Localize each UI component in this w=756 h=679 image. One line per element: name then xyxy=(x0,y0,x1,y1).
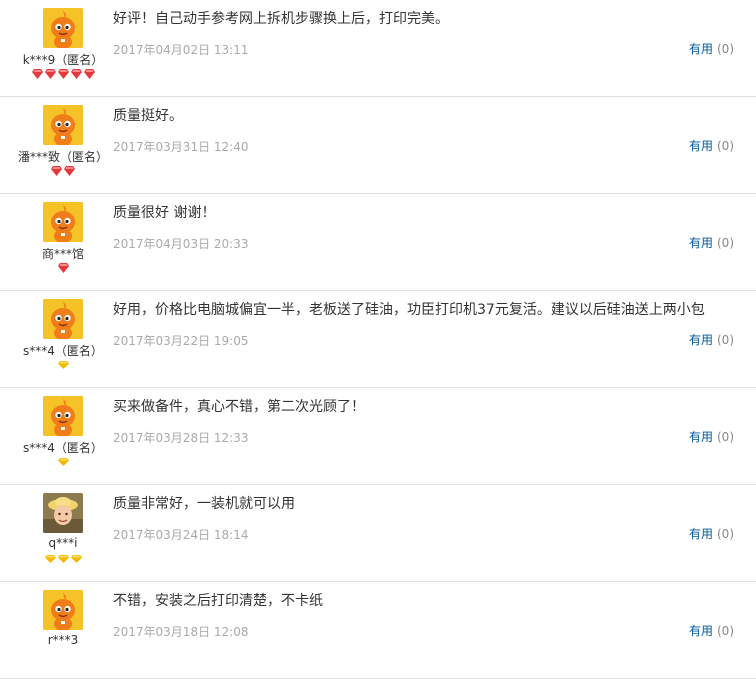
user-level-badges xyxy=(0,553,126,565)
user-name: k***9（匿名） xyxy=(22,53,104,67)
review-content: 质量非常好，一装机就可以用 xyxy=(113,496,295,512)
useful-count: (0) xyxy=(717,139,734,153)
useful-count: (0) xyxy=(717,236,734,250)
user-name: 商***馆 xyxy=(41,247,84,261)
useful-label: 有用 xyxy=(688,236,713,250)
red-diamond-icon xyxy=(31,69,43,79)
useful-count: (0) xyxy=(717,430,734,444)
user-level-badges xyxy=(0,456,126,468)
useful-button[interactable]: 有用 (0) xyxy=(689,40,734,57)
review-list: k***9（匿名） 好评！自己动手参考网上拆机步骤换上后，打印完美。 2017年… xyxy=(0,0,756,679)
gold-diamond-icon xyxy=(44,555,56,563)
red-diamond-icon xyxy=(57,69,69,79)
review-date: 2017年04月02日 13:11 xyxy=(113,43,249,57)
mascot-avatar-icon xyxy=(43,8,83,48)
user-name: 潘***致（匿名） xyxy=(17,150,108,164)
review-item: r***3 不错，安装之后打印清楚，不卡纸 2017年03月18日 12:08 … xyxy=(0,582,756,679)
useful-count: (0) xyxy=(717,624,734,638)
review-content: 好用，价格比电脑城偏宜一半，老板送了硅油，功臣打印机37元复活。建议以后硅油送上… xyxy=(113,302,705,318)
useful-label: 有用 xyxy=(688,139,713,153)
review-content: 不错，安装之后打印清楚，不卡纸 xyxy=(113,593,323,609)
red-diamond-icon xyxy=(83,69,95,79)
review-user: r***3 xyxy=(0,582,126,678)
review-item: 商***馆 质量很好 谢谢！ 2017年04月03日 20:33 有用 (0) xyxy=(0,194,756,291)
gold-diamond-icon xyxy=(70,555,82,563)
useful-button[interactable]: 有用 (0) xyxy=(689,234,734,251)
useful-label: 有用 xyxy=(688,430,713,444)
red-diamond-icon xyxy=(64,166,75,176)
mascot-avatar-icon xyxy=(43,299,83,339)
user-name: q***i xyxy=(48,536,78,550)
mascot-avatar-icon xyxy=(43,105,83,145)
useful-button[interactable]: 有用 (0) xyxy=(689,428,734,445)
user-avatar[interactable] xyxy=(43,202,83,242)
review-user: q***i xyxy=(0,485,126,581)
review-content: 质量挺好。 xyxy=(113,108,183,124)
useful-count: (0) xyxy=(717,42,734,56)
review-date: 2017年04月03日 20:33 xyxy=(113,237,249,251)
user-level-badges xyxy=(0,262,126,274)
review-user: 商***馆 xyxy=(0,194,126,290)
user-level-badges xyxy=(0,68,126,80)
user-avatar[interactable] xyxy=(43,8,83,48)
user-photo-icon xyxy=(43,493,83,533)
gold-diamond-icon xyxy=(57,361,69,369)
gold-diamond-icon xyxy=(57,458,69,466)
useful-label: 有用 xyxy=(688,333,713,347)
review-date: 2017年03月22日 19:05 xyxy=(113,334,249,348)
user-avatar[interactable] xyxy=(43,396,83,436)
review-item: s***4（匿名） 买来做备件，真心不错，第二次光顾了！ 2017年03月28日… xyxy=(0,388,756,485)
review-date: 2017年03月18日 12:08 xyxy=(113,625,249,639)
useful-button[interactable]: 有用 (0) xyxy=(689,137,734,154)
review-item: k***9（匿名） 好评！自己动手参考网上拆机步骤换上后，打印完美。 2017年… xyxy=(0,0,756,97)
useful-label: 有用 xyxy=(688,42,713,56)
user-name: s***4（匿名） xyxy=(23,441,103,455)
mascot-avatar-icon xyxy=(43,396,83,436)
review-user: s***4（匿名） xyxy=(0,291,126,387)
gold-diamond-icon xyxy=(57,555,69,563)
useful-button[interactable]: 有用 (0) xyxy=(689,622,734,639)
review-date: 2017年03月24日 18:14 xyxy=(113,528,249,542)
review-user: k***9（匿名） xyxy=(0,0,126,96)
useful-button[interactable]: 有用 (0) xyxy=(689,525,734,542)
red-diamond-icon xyxy=(57,263,69,273)
review-content: 好评！自己动手参考网上拆机步骤换上后，打印完美。 xyxy=(113,11,449,27)
user-level-badges xyxy=(0,165,126,177)
user-avatar[interactable] xyxy=(43,493,83,533)
red-diamond-icon xyxy=(51,166,62,176)
mascot-avatar-icon xyxy=(43,590,83,630)
user-name: r***3 xyxy=(47,633,79,647)
review-item: q***i 质量非常好，一装机就可以用 2017年03月24日 18:14 有用… xyxy=(0,485,756,582)
review-content: 质量很好 谢谢！ xyxy=(113,205,216,221)
review-item: s***4（匿名） 好用，价格比电脑城偏宜一半，老板送了硅油，功臣打印机37元复… xyxy=(0,291,756,388)
useful-count: (0) xyxy=(717,527,734,541)
useful-button[interactable]: 有用 (0) xyxy=(689,331,734,348)
review-date: 2017年03月31日 12:40 xyxy=(113,140,249,154)
review-user: s***4（匿名） xyxy=(0,388,126,484)
user-avatar[interactable] xyxy=(43,299,83,339)
review-content: 买来做备件，真心不错，第二次光顾了！ xyxy=(113,399,365,415)
review-user: 潘***致（匿名） xyxy=(0,97,126,193)
user-avatar[interactable] xyxy=(43,590,83,630)
user-level-badges xyxy=(0,359,126,371)
red-diamond-icon xyxy=(70,69,82,79)
mascot-avatar-icon xyxy=(43,202,83,242)
useful-label: 有用 xyxy=(688,527,713,541)
user-name: s***4（匿名） xyxy=(23,344,103,358)
red-diamond-icon xyxy=(44,69,56,79)
review-date: 2017年03月28日 12:33 xyxy=(113,431,249,445)
useful-label: 有用 xyxy=(688,624,713,638)
useful-count: (0) xyxy=(717,333,734,347)
review-item: 潘***致（匿名） 质量挺好。 2017年03月31日 12:40 有用 (0) xyxy=(0,97,756,194)
user-avatar[interactable] xyxy=(43,105,83,145)
